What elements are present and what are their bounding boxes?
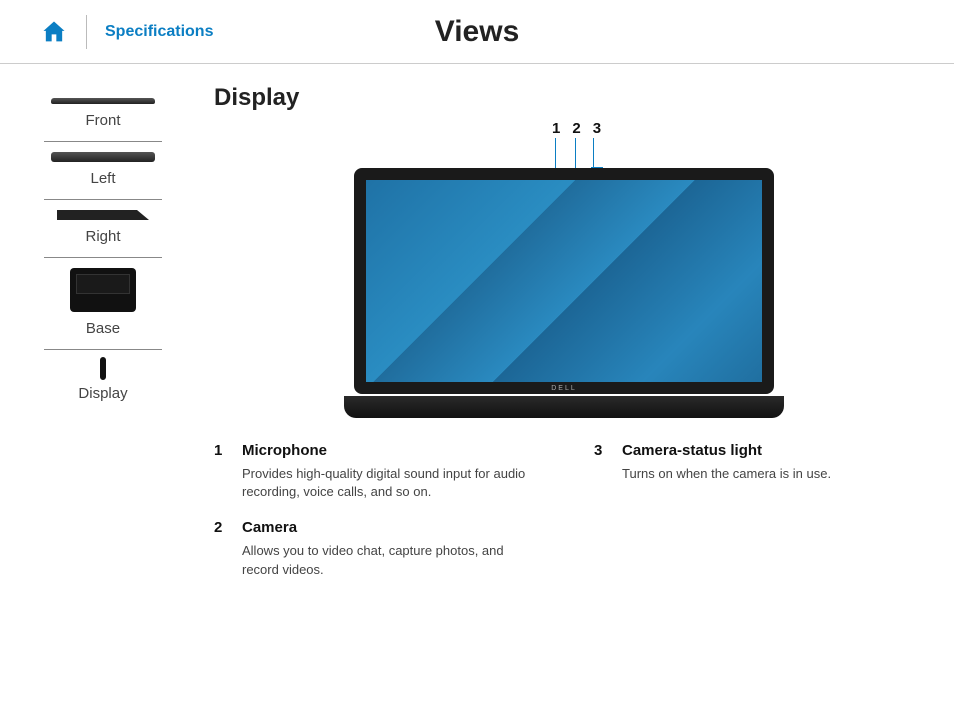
specifications-link[interactable]: Specifications — [105, 23, 213, 41]
desc-item-microphone: 1 Microphone Provides high-quality digit… — [214, 442, 534, 501]
nav-item-left[interactable]: Left — [44, 152, 162, 200]
desc-body: Turns on when the camera is in use. — [622, 465, 914, 483]
descriptions-left-column: 1 Microphone Provides high-quality digit… — [214, 442, 534, 597]
nav-label: Base — [86, 320, 120, 337]
desc-item-camera-status-light: 3 Camera-status light Turns on when the … — [594, 442, 914, 483]
thumb-display-icon — [44, 360, 162, 377]
desc-title: Microphone — [242, 442, 534, 459]
desc-number: 2 — [214, 519, 242, 578]
desc-title: Camera-status light — [622, 442, 914, 459]
nav-item-base[interactable]: Base — [44, 268, 162, 350]
page-title: Views — [435, 15, 520, 49]
main-content: Display 1 2 3 — [180, 64, 954, 721]
nav-label: Front — [85, 112, 120, 129]
sidebar: Front Left Right Base — [0, 64, 180, 721]
thumb-front-icon — [44, 98, 162, 104]
section-title: Display — [214, 84, 914, 112]
nav-label: Left — [90, 170, 115, 187]
nav-label: Display — [78, 385, 127, 402]
thumb-base-icon — [44, 268, 162, 312]
desc-item-camera: 2 Camera Allows you to video chat, captu… — [214, 519, 534, 578]
nav-item-right[interactable]: Right — [44, 210, 162, 258]
nav-label: Right — [85, 228, 120, 245]
descriptions: 1 Microphone Provides high-quality digit… — [214, 442, 914, 597]
desc-number: 1 — [214, 442, 242, 501]
display-hero: 1 2 3 — [214, 120, 914, 418]
thumb-left-icon — [44, 152, 162, 162]
callout-labels: 1 2 3 — [552, 120, 601, 137]
home-icon[interactable] — [40, 18, 68, 46]
desc-body: Provides high-quality digital sound inpu… — [242, 465, 534, 501]
header-divider — [86, 15, 87, 49]
desc-title: Camera — [242, 519, 534, 536]
callout-number-3: 3 — [593, 120, 601, 137]
nav-item-front[interactable]: Front — [44, 98, 162, 142]
body: Front Left Right Base — [0, 64, 954, 721]
nav-item-display[interactable]: Display — [44, 360, 162, 414]
callout-number-2: 2 — [572, 120, 580, 137]
desc-body: Allows you to video chat, capture photos… — [242, 542, 534, 578]
laptop-illustration — [344, 168, 784, 418]
desc-number: 3 — [594, 442, 622, 483]
thumb-right-icon — [44, 210, 162, 220]
descriptions-right-column: 3 Camera-status light Turns on when the … — [594, 442, 914, 597]
header: Specifications Views — [0, 0, 954, 64]
callout-number-1: 1 — [552, 120, 560, 137]
